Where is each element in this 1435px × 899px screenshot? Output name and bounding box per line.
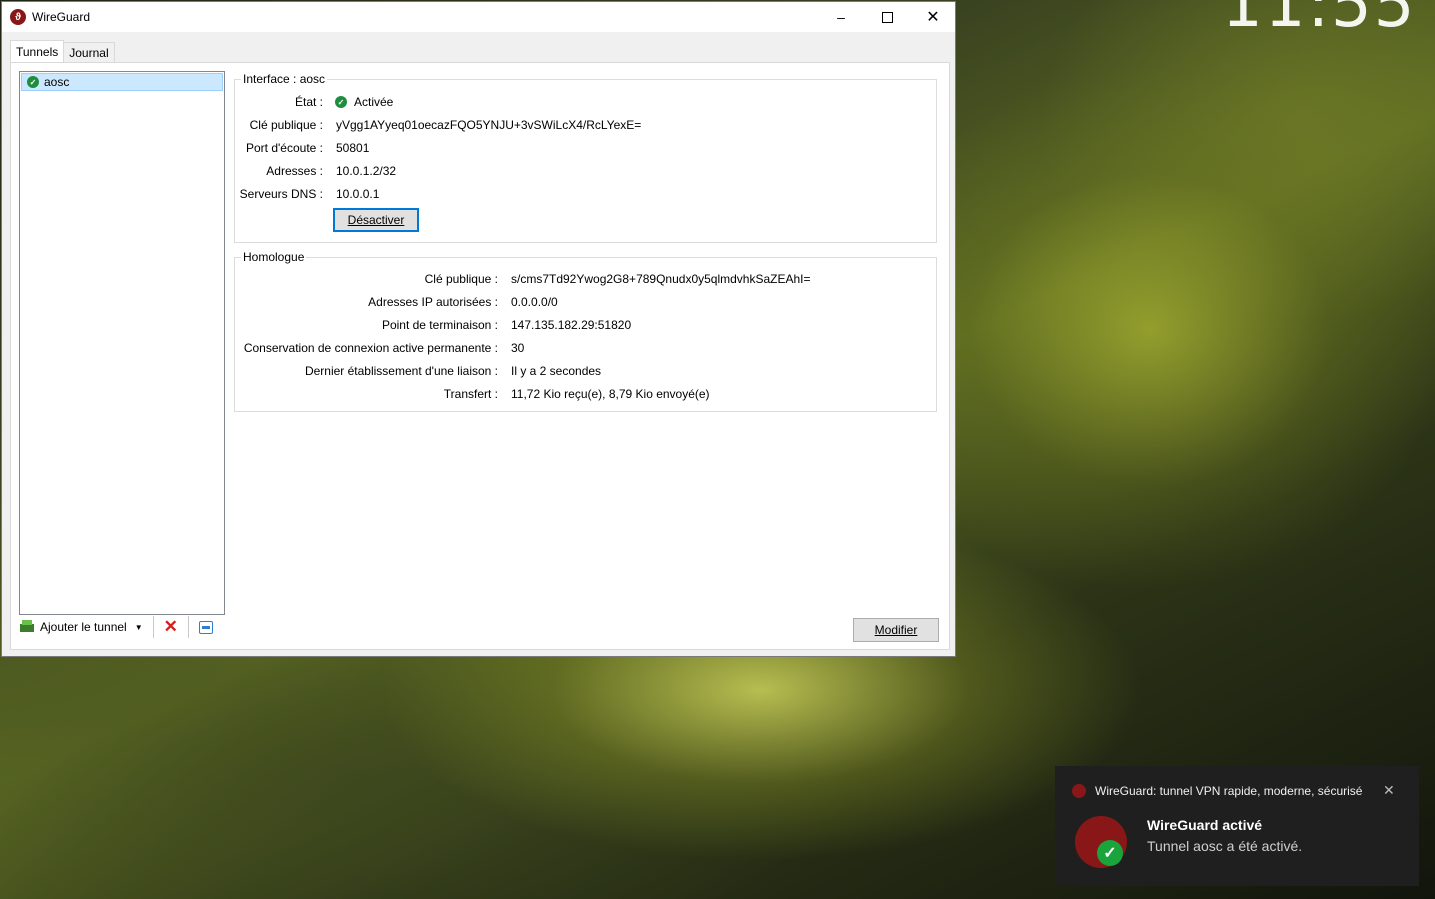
allowed-ips-value[interactable]: 0.0.0.0/0 xyxy=(511,295,558,309)
close-icon: ✕ xyxy=(1383,782,1395,798)
latest-handshake-value[interactable]: Il y a 2 secondes xyxy=(511,364,601,378)
deactivate-button[interactable]: Désactiver xyxy=(333,208,419,232)
chevron-down-icon: ▼ xyxy=(134,622,143,632)
active-check-icon: ✓ xyxy=(27,76,39,88)
tab-journal[interactable]: Journal xyxy=(63,42,115,63)
tab-bar: Tunnels Journal xyxy=(10,39,115,64)
edit-button-label: Modifier xyxy=(874,623,918,637)
notification-header: WireGuard: tunnel VPN rapide, moderne, s… xyxy=(1095,784,1363,798)
toolbar-separator xyxy=(187,616,189,638)
peer-public-key-value[interactable]: s/cms7Td92Ywog2G8+789Qnudx0y5qlmdvhkSaZE… xyxy=(511,272,811,286)
interface-row: Adresses : 10.0.1.2/32 xyxy=(235,163,396,179)
delete-icon: ✕ xyxy=(163,617,178,636)
tunnel-list[interactable]: ✓ aosc xyxy=(19,71,225,615)
listen-port-value[interactable]: 50801 xyxy=(336,141,369,155)
field-label: Port d'écoute : xyxy=(245,141,323,155)
minimize-button[interactable]: – xyxy=(818,2,864,32)
field-label: État : xyxy=(294,95,323,109)
addresses-value[interactable]: 10.0.1.2/32 xyxy=(336,164,396,178)
wireguard-logo-icon: ϑ xyxy=(10,9,26,25)
close-button[interactable]: ✕ xyxy=(910,2,956,32)
close-icon: ✕ xyxy=(926,9,940,26)
delete-tunnel-button[interactable]: ✕ xyxy=(160,616,182,638)
interface-row: Port d'écoute : 50801 xyxy=(235,140,369,156)
field-label: Dernier établissement d'une liaison : xyxy=(304,364,498,378)
tab-tunnels[interactable]: Tunnels xyxy=(10,40,65,64)
field-label: Transfert : xyxy=(443,387,498,401)
field-label: Clé publique : xyxy=(249,118,323,132)
status-value: Activée xyxy=(354,95,394,109)
wireguard-window: ϑ WireGuard – ✕ Tunnels Journal ✓ aosc I… xyxy=(1,1,956,657)
peer-row: Dernier établissement d'une liaison : Il… xyxy=(235,363,601,379)
keepalive-value[interactable]: 30 xyxy=(511,341,524,355)
success-check-icon: ✓ xyxy=(1097,840,1123,866)
deactivate-button-label: Désactiver xyxy=(347,213,405,227)
add-tunnel-label: Ajouter le tunnel xyxy=(40,620,127,634)
peer-row: Clé publique : s/cms7Td92Ywog2G8+789Qnud… xyxy=(235,271,811,287)
wireguard-logo-icon xyxy=(1072,784,1086,798)
peer-row: Conservation de connexion active permane… xyxy=(235,340,525,356)
peer-row: Transfert : 11,72 Kio reçu(e), 8,79 Kio … xyxy=(235,386,710,402)
notification-toast[interactable]: WireGuard: tunnel VPN rapide, moderne, s… xyxy=(1055,766,1419,886)
window-title: WireGuard xyxy=(32,10,91,24)
field-label: Clé publique : xyxy=(424,272,498,286)
maximize-button[interactable] xyxy=(864,2,910,32)
interface-row: Serveurs DNS : 10.0.0.1 xyxy=(235,186,380,202)
interface-status-row: État : ✓ Activée xyxy=(235,94,393,110)
add-tunnel-icon xyxy=(20,620,34,634)
export-tunnels-button[interactable] xyxy=(195,616,217,638)
interface-row: Clé publique : yVgg1AYyeq01oecazFQO5YNJU… xyxy=(235,117,642,133)
maximize-icon xyxy=(881,11,893,23)
title-bar[interactable]: ϑ WireGuard – ✕ xyxy=(2,2,955,32)
wireguard-large-logo-icon: ✓ xyxy=(1075,816,1127,868)
field-label: Serveurs DNS : xyxy=(239,187,323,201)
peer-row: Adresses IP autorisées : 0.0.0.0/0 xyxy=(235,294,558,310)
peer-group: Homologue Clé publique : s/cms7Td92Ywog2… xyxy=(234,250,937,412)
public-key-value[interactable]: yVgg1AYyeq01oecazFQO5YNJU+3vSWiLcX4/RcLY… xyxy=(336,118,641,132)
interface-group-title: Interface : aosc xyxy=(241,72,328,86)
add-tunnel-dropdown[interactable]: ▼ xyxy=(131,616,147,638)
field-label: Point de terminaison : xyxy=(381,318,498,332)
field-label: Conservation de connexion active permane… xyxy=(243,341,498,355)
peer-row: Point de terminaison : 147.135.182.29:51… xyxy=(235,317,631,333)
tunnel-toolbar: Ajouter le tunnel ▼ ✕ xyxy=(16,616,217,638)
tunnel-list-item[interactable]: ✓ aosc xyxy=(21,73,223,91)
tunnel-name: aosc xyxy=(44,75,70,89)
minimize-icon: – xyxy=(837,9,845,25)
peer-group-title: Homologue xyxy=(241,250,307,264)
notification-close-button[interactable]: ✕ xyxy=(1383,782,1395,799)
active-check-icon: ✓ xyxy=(335,96,347,108)
export-icon xyxy=(198,620,213,634)
desktop-clock: 11:55 xyxy=(1222,0,1417,42)
tunnels-pane: ✓ aosc Interface : aosc État : ✓ Activée… xyxy=(10,62,950,650)
transfer-value[interactable]: 11,72 Kio reçu(e), 8,79 Kio envoyé(e) xyxy=(511,387,710,401)
add-tunnel-button[interactable]: Ajouter le tunnel xyxy=(16,616,131,638)
notification-title: WireGuard activé xyxy=(1147,817,1263,833)
edit-button[interactable]: Modifier xyxy=(853,618,939,642)
notification-body: Tunnel aosc a été activé. xyxy=(1147,838,1303,854)
dns-servers-value[interactable]: 10.0.0.1 xyxy=(336,187,379,201)
toolbar-separator xyxy=(152,616,154,638)
field-label: Adresses IP autorisées : xyxy=(368,295,498,309)
endpoint-value[interactable]: 147.135.182.29:51820 xyxy=(511,318,631,332)
interface-group: Interface : aosc État : ✓ Activée Clé pu… xyxy=(234,72,937,243)
field-label: Adresses : xyxy=(266,164,323,178)
